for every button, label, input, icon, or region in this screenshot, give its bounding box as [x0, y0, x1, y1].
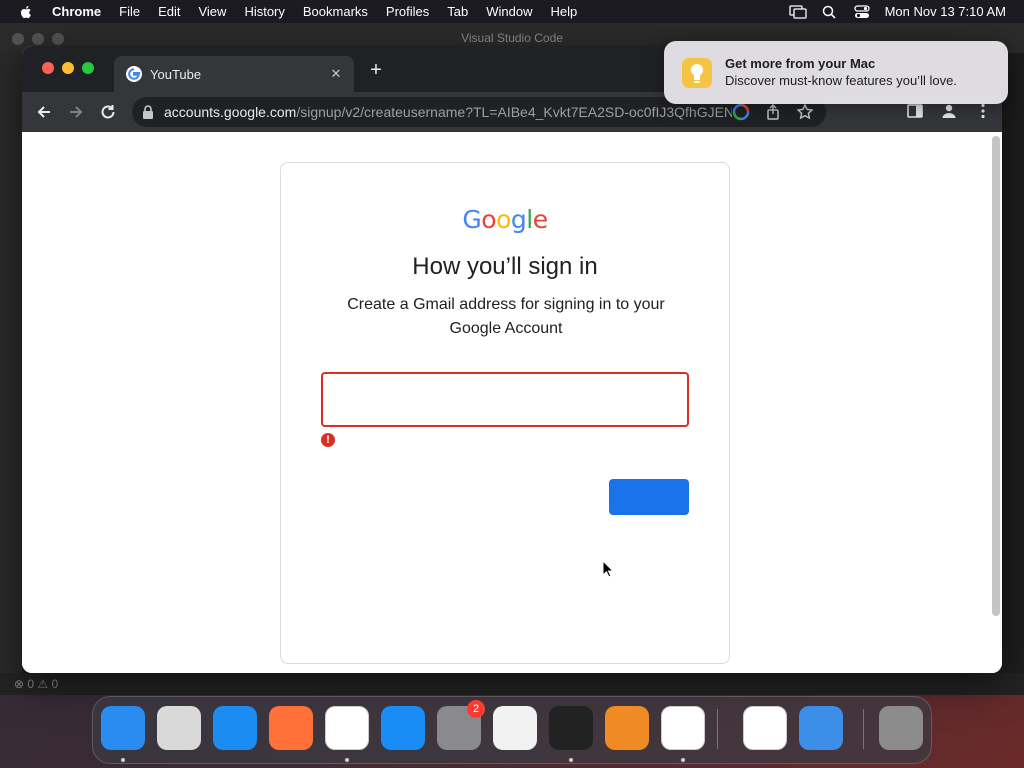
menu-window[interactable]: Window	[486, 4, 532, 19]
notification-body: Discover must-know features you’ll love.	[725, 73, 957, 88]
page-title: How you’ll sign in	[412, 253, 598, 280]
tab-close-icon[interactable]: ✕	[328, 66, 344, 82]
url-host: accounts.google.com	[164, 104, 297, 120]
notification-title: Get more from your Mac	[725, 56, 876, 71]
menu-bar: Chrome File Edit View History Bookmarks …	[0, 0, 1024, 23]
forward-arrow-icon[interactable]	[66, 102, 86, 122]
menu-view[interactable]: View	[198, 4, 226, 19]
reload-icon[interactable]	[98, 102, 118, 122]
dock: 2	[92, 696, 932, 764]
menu-edit[interactable]: Edit	[158, 4, 180, 19]
url-path: /signup/v2/createusername?TL=AIBe4_Kvkt7…	[296, 104, 758, 120]
dock-visual-studio-code-icon[interactable]	[661, 706, 705, 750]
username-error: !	[321, 433, 344, 447]
vscode-min-dot	[32, 33, 44, 45]
tips-lightbulb-icon	[682, 58, 712, 88]
dock-running-indicator	[345, 758, 349, 762]
next-button[interactable]	[609, 479, 689, 515]
dock-chrome-icon[interactable]	[325, 706, 369, 750]
bookmark-star-icon[interactable]	[796, 103, 814, 121]
google-lens-icon[interactable]	[732, 103, 750, 121]
google-logo-letter: g	[510, 205, 527, 234]
profile-icon[interactable]	[940, 102, 958, 120]
control-center-icon[interactable]	[853, 4, 871, 19]
menu-history[interactable]: History	[244, 4, 284, 19]
mouse-cursor-icon	[602, 560, 614, 578]
username-field[interactable]	[321, 372, 689, 427]
screen-mirroring-icon[interactable]	[788, 4, 807, 19]
tab-youtube[interactable]: YouTube ✕	[114, 56, 354, 92]
signup-card: Google How you’ll sign in Create a Gmail…	[280, 162, 730, 664]
dock-garageband-icon[interactable]	[605, 706, 649, 750]
kebab-menu-icon[interactable]	[974, 102, 992, 120]
window-close-button[interactable]	[42, 62, 54, 74]
tab-title: YouTube	[150, 66, 202, 82]
vscode-activity-bar	[0, 53, 22, 673]
dock-terminal-icon[interactable]	[549, 706, 593, 750]
chrome-window: YouTube ✕ + accounts.google.com/signup/v…	[22, 46, 1002, 673]
dock-weather-icon[interactable]	[799, 706, 843, 750]
vscode-close-dot	[12, 33, 24, 45]
dock-finder-icon[interactable]	[101, 706, 145, 750]
dock-separator	[863, 709, 864, 749]
notification-banner[interactable]: Get more from your Mac Discover must-kno…	[664, 41, 1008, 104]
page-subtitle: Create a Gmail address for signing in to…	[347, 296, 665, 337]
menu-tab[interactable]: Tab	[447, 4, 468, 19]
dock-trash-icon[interactable]	[879, 706, 923, 750]
vscode-max-dot	[52, 33, 64, 45]
dock-textedit-icon[interactable]	[493, 706, 537, 750]
error-icon: !	[321, 433, 335, 447]
google-logo: Google	[281, 205, 729, 235]
menu-profiles[interactable]: Profiles	[386, 4, 429, 19]
menu-app-name[interactable]: Chrome	[52, 4, 101, 19]
share-icon[interactable]	[764, 103, 782, 121]
google-logo-letter: G	[462, 205, 482, 234]
spotlight-search-icon[interactable]	[821, 5, 839, 19]
lock-icon[interactable]	[142, 105, 154, 119]
menu-help[interactable]: Help	[551, 4, 578, 19]
dock-launchpad-icon[interactable]	[157, 706, 201, 750]
google-logo-letter: o	[481, 205, 497, 234]
dock-visual-studio-icon[interactable]	[743, 706, 787, 750]
dock-firefox-icon[interactable]	[269, 706, 313, 750]
apple-icon[interactable]	[18, 4, 34, 20]
google-favicon-icon	[126, 66, 142, 82]
google-logo-letter: e	[532, 205, 548, 234]
page-scrollbar[interactable]	[992, 136, 1000, 616]
menu-file[interactable]: File	[119, 4, 140, 19]
dock-app-store-icon[interactable]	[381, 706, 425, 750]
new-tab-icon[interactable]: +	[366, 60, 386, 80]
side-panel-icon[interactable]	[906, 102, 924, 120]
back-arrow-icon[interactable]	[34, 102, 54, 122]
window-minimize-button[interactable]	[62, 62, 74, 74]
dock-safari-icon[interactable]	[213, 706, 257, 750]
dock-badge: 2	[467, 700, 485, 718]
page-content: Google How you’ll sign in Create a Gmail…	[22, 132, 1002, 673]
window-zoom-button[interactable]	[82, 62, 94, 74]
menu-bar-status: Mon Nov 13 7:10 AM	[788, 0, 1006, 23]
dock-running-indicator	[121, 758, 125, 762]
google-logo-letter: o	[496, 205, 511, 234]
dock-separator	[717, 709, 718, 749]
toolbar-right	[906, 102, 992, 120]
dock-running-indicator	[569, 758, 573, 762]
menu-bar-clock[interactable]: Mon Nov 13 7:10 AM	[885, 4, 1006, 19]
vscode-status-bar: ⊗ 0 ⚠ 0	[0, 673, 1024, 695]
dock-running-indicator	[681, 758, 685, 762]
menu-bookmarks[interactable]: Bookmarks	[303, 4, 368, 19]
